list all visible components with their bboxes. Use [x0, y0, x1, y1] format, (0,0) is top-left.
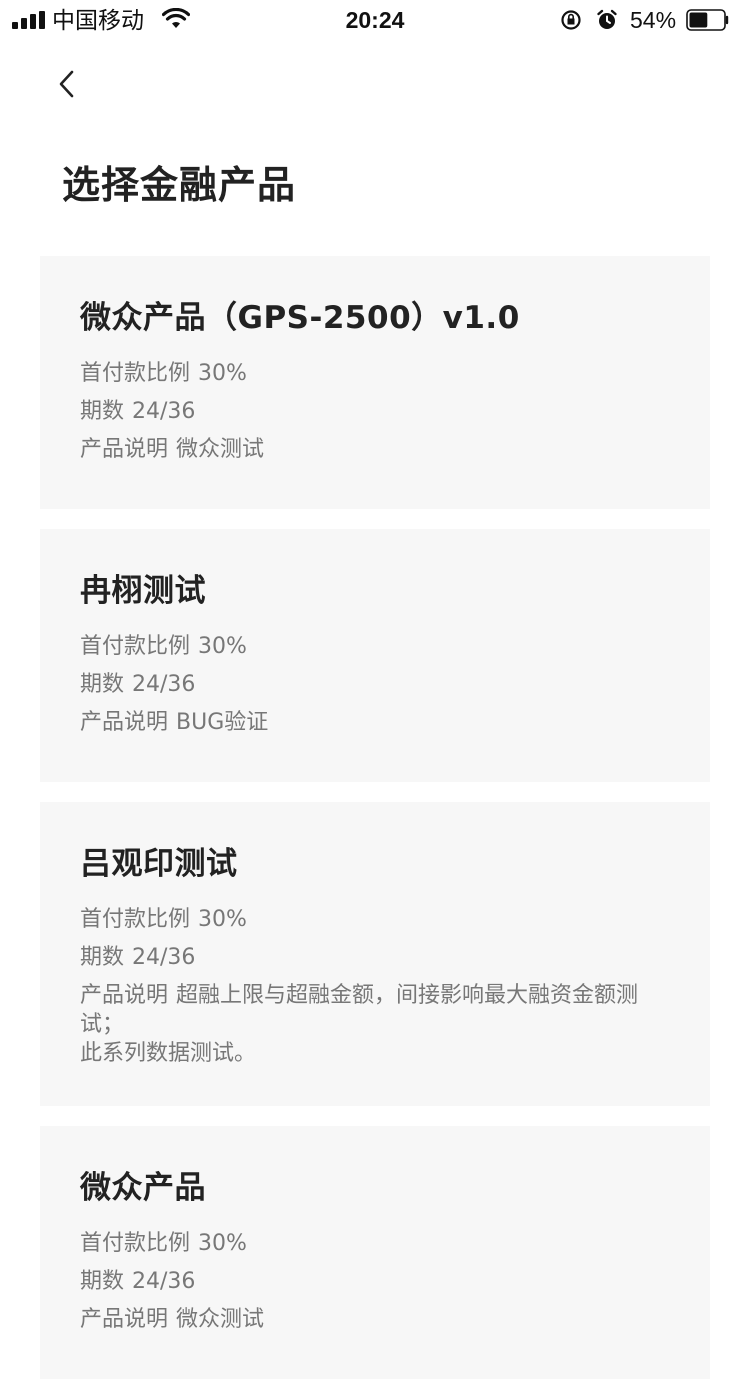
- terms-label: 期数: [80, 672, 125, 697]
- status-bar: 中国移动 20:24 54%: [0, 0, 750, 40]
- down-payment-row: 首付款比例 30%: [80, 901, 670, 939]
- description-row: 产品说明 超融上限与超融金额，间接影响最大融资金额测试； 此系列数据测试。: [80, 977, 670, 1068]
- terms-value: 24/36: [132, 1269, 196, 1294]
- terms-row: 期数 24/36: [80, 666, 670, 704]
- terms-row: 期数 24/36: [80, 1263, 670, 1301]
- product-card[interactable]: 微众产品 首付款比例 30% 期数 24/36 产品说明 微众测试: [40, 1126, 710, 1379]
- description-label: 产品说明: [80, 1307, 169, 1332]
- description-label: 产品说明: [80, 710, 169, 735]
- down-payment-row: 首付款比例 30%: [80, 355, 670, 393]
- terms-label: 期数: [80, 945, 125, 970]
- terms-label: 期数: [80, 1269, 125, 1294]
- description-label: 产品说明: [80, 437, 169, 462]
- page-title: 选择金融产品: [62, 163, 297, 207]
- down-payment-row: 首付款比例 30%: [80, 1225, 670, 1263]
- down-payment-label: 首付款比例: [80, 1231, 191, 1256]
- description-row: 产品说明 微众测试: [80, 1301, 670, 1339]
- alarm-icon: [597, 9, 617, 29]
- down-payment-row: 首付款比例 30%: [80, 628, 670, 666]
- battery-percent: 54%: [630, 7, 677, 33]
- product-name: 吕观印测试: [80, 846, 238, 882]
- down-payment-value: 30%: [198, 361, 247, 386]
- product-name: 微众产品: [80, 1170, 206, 1206]
- back-button[interactable]: [50, 62, 90, 106]
- terms-value: 24/36: [132, 672, 196, 697]
- rotation-lock-icon: [561, 10, 581, 30]
- product-name: 微众产品（GPS-2500）v1.0: [80, 300, 520, 336]
- terms-label: 期数: [80, 399, 125, 424]
- down-payment-label: 首付款比例: [80, 361, 191, 386]
- description-row: 产品说明 微众测试: [80, 431, 670, 469]
- down-payment-label: 首付款比例: [80, 907, 191, 932]
- down-payment-value: 30%: [198, 1231, 247, 1256]
- product-list: 微众产品（GPS-2500）v1.0 首付款比例 30% 期数 24/36 产品说明…: [40, 256, 710, 1399]
- description-value: 微众测试: [176, 1307, 265, 1332]
- product-card[interactable]: 冉栩测试 首付款比例 30% 期数 24/36 产品说明 BUG验证: [40, 529, 710, 782]
- down-payment-value: 30%: [198, 634, 247, 659]
- description-label: 产品说明: [80, 983, 169, 1008]
- terms-value: 24/36: [132, 945, 196, 970]
- battery-icon: [686, 9, 729, 31]
- product-card[interactable]: 微众产品（GPS-2500）v1.0 首付款比例 30% 期数 24/36 产品说明…: [40, 256, 710, 509]
- description-value: BUG验证: [176, 710, 269, 735]
- description-value: 微众测试: [176, 437, 265, 462]
- down-payment-value: 30%: [198, 907, 247, 932]
- chevron-left-icon: [59, 70, 74, 98]
- description-row: 产品说明 BUG验证: [80, 704, 670, 742]
- down-payment-label: 首付款比例: [80, 634, 191, 659]
- product-card[interactable]: 吕观印测试 首付款比例 30% 期数 24/36 产品说明 超融上限与超融金额，间接影…: [40, 802, 710, 1106]
- terms-row: 期数 24/36: [80, 393, 670, 431]
- terms-row: 期数 24/36: [80, 939, 670, 977]
- terms-value: 24/36: [132, 399, 196, 424]
- product-name: 冉栩测试: [80, 573, 206, 609]
